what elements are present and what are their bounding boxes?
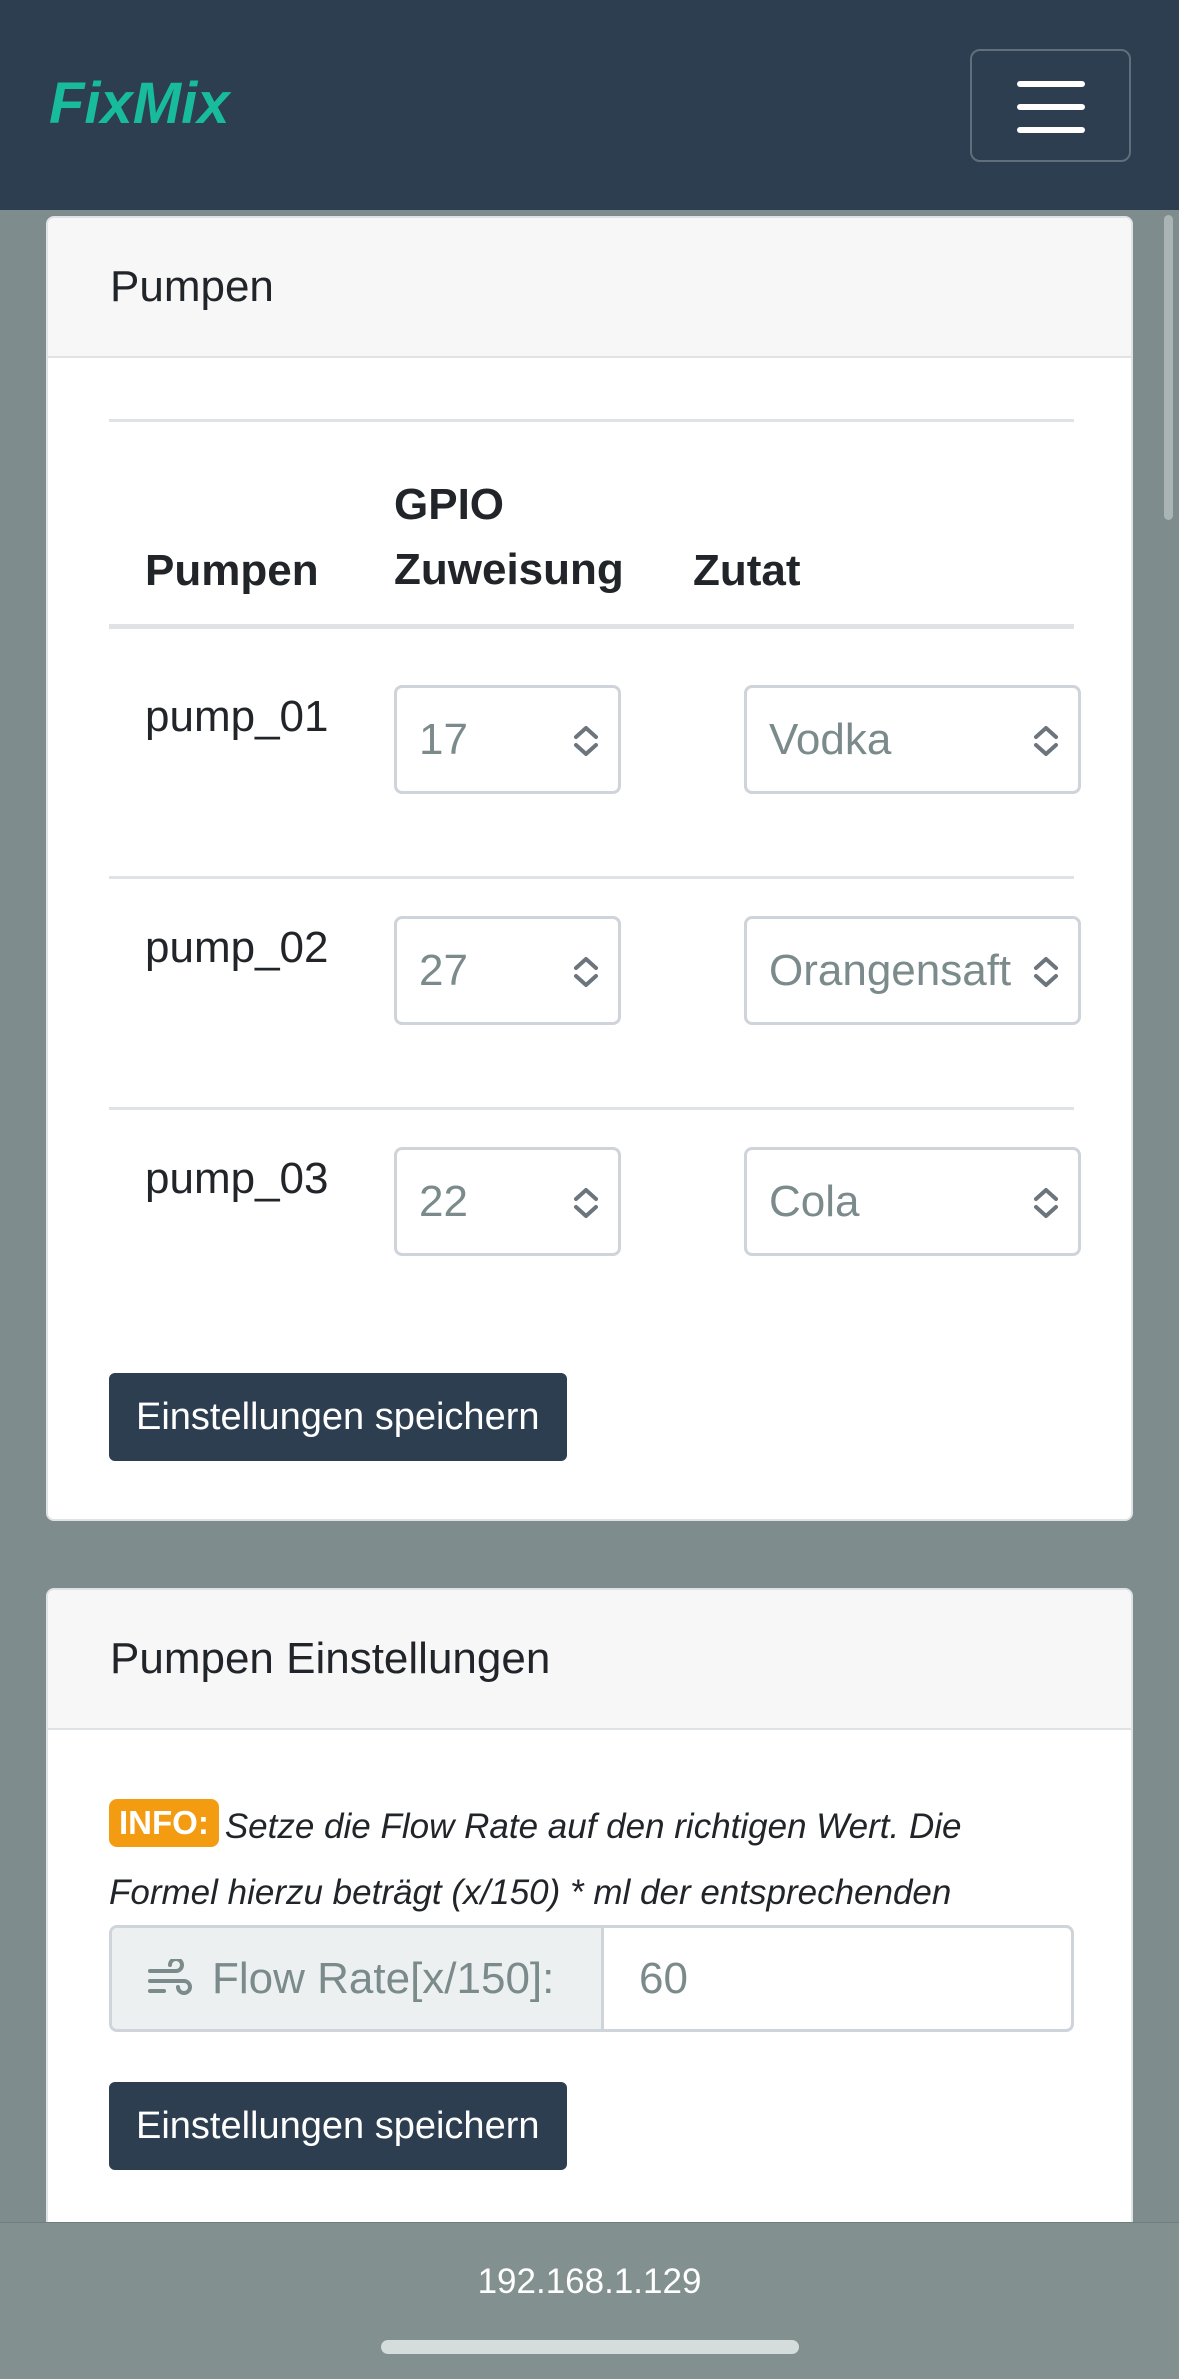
save-pumps-button[interactable]: Einstellungen speichern [109, 1373, 567, 1461]
pumps-card-title: Pumpen [48, 218, 1131, 358]
gpio-select-value: 27 [419, 945, 468, 995]
select-chevron-icon [1034, 726, 1058, 756]
home-indicator[interactable] [381, 2340, 799, 2354]
gpio-select[interactable]: 17 [394, 685, 621, 794]
info-badge: INFO: [109, 1799, 219, 1847]
brand-logo[interactable]: FixMix [49, 70, 230, 137]
navbar: FixMix [0, 0, 1179, 210]
flow-rate-value: 60 [639, 1953, 688, 2003]
select-chevron-icon [574, 726, 598, 756]
ingredient-select-value: Cola [769, 1176, 860, 1226]
column-header-ingredient: Zutat [693, 546, 801, 595]
select-chevron-icon [574, 957, 598, 987]
browser-url[interactable]: 192.168.1.129 [0, 2262, 1179, 2302]
flow-rate-input-group: Flow Rate[x/150]: 60 [109, 1925, 1074, 2032]
column-header-gpio-line2: Zuweisung [394, 545, 624, 594]
flow-rate-label: Flow Rate[x/150]: [112, 1928, 604, 2029]
column-header-gpio: GPIO Zuweisung [394, 472, 624, 602]
scrollbar-thumb[interactable] [1164, 215, 1173, 520]
flow-rate-label-text: Flow Rate[x/150]: [212, 1953, 555, 2003]
save-settings-button[interactable]: Einstellungen speichern [109, 2082, 567, 2170]
row-divider [109, 876, 1074, 879]
ingredient-select-value: Orangensaft [769, 945, 1012, 995]
column-header-pump: Pumpen [145, 546, 319, 595]
row-divider [109, 1107, 1074, 1110]
gpio-select-value: 17 [419, 714, 468, 764]
ingredient-select[interactable]: Cola [744, 1147, 1081, 1256]
select-chevron-icon [1034, 1188, 1058, 1218]
pump-settings-card: Pumpen Einstellungen INFO: Setze die Flow… [46, 1588, 1133, 2328]
ingredient-select-value: Vodka [769, 714, 892, 764]
select-chevron-icon [574, 1188, 598, 1218]
ingredient-select[interactable]: Orangensaft [744, 916, 1081, 1025]
gpio-select[interactable]: 22 [394, 1147, 621, 1256]
gpio-select-value: 22 [419, 1176, 468, 1226]
flow-rate-input[interactable]: 60 [604, 1928, 1071, 2029]
ingredient-select[interactable]: Vodka [744, 685, 1081, 794]
pump-settings-card-title: Pumpen Einstellungen [48, 1590, 1131, 1730]
table-header-divider [109, 624, 1074, 629]
column-header-gpio-line1: GPIO [394, 480, 505, 529]
hamburger-menu-icon[interactable] [970, 49, 1131, 162]
wind-icon [148, 1958, 192, 1995]
table-top-divider [109, 419, 1074, 422]
pump-name: pump_01 [145, 692, 329, 741]
select-chevron-icon [1034, 957, 1058, 987]
pump-name: pump_03 [145, 1154, 329, 1203]
gpio-select[interactable]: 27 [394, 916, 621, 1025]
pumps-card: Pumpen Pumpen GPIO Zuweisung Zutat pump_… [46, 216, 1133, 1521]
pump-name: pump_02 [145, 923, 329, 972]
